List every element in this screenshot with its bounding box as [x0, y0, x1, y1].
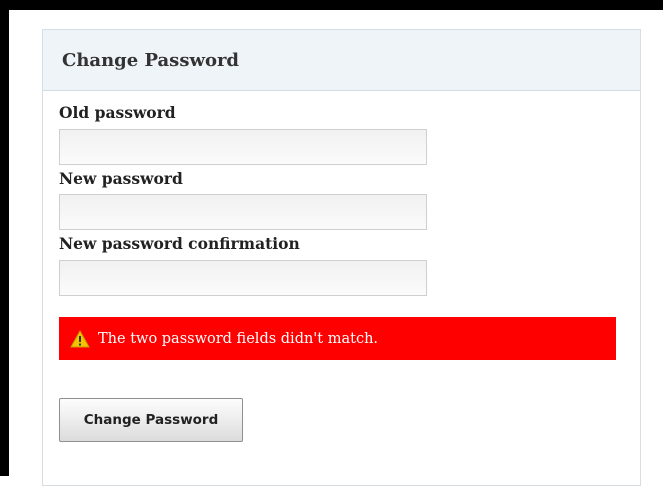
new-password-confirmation-field[interactable] [59, 260, 427, 296]
error-message-bar: The two password fields didn't match. [59, 317, 616, 360]
old-password-field[interactable] [59, 129, 427, 165]
window-frame: Change Password Old password New passwor… [0, 0, 663, 486]
new-password-confirmation-label: New password confirmation [59, 234, 300, 253]
warning-icon [70, 329, 90, 348]
page-title: Change Password [62, 49, 240, 71]
panel-header: Change Password [43, 30, 640, 91]
change-password-button[interactable]: Change Password [59, 398, 243, 442]
new-password-label: New password [59, 169, 183, 188]
new-password-field[interactable] [59, 194, 427, 230]
change-password-panel: Change Password Old password New passwor… [42, 29, 641, 486]
error-message: The two password fields didn't match. [98, 330, 379, 347]
old-password-label: Old password [59, 103, 176, 122]
